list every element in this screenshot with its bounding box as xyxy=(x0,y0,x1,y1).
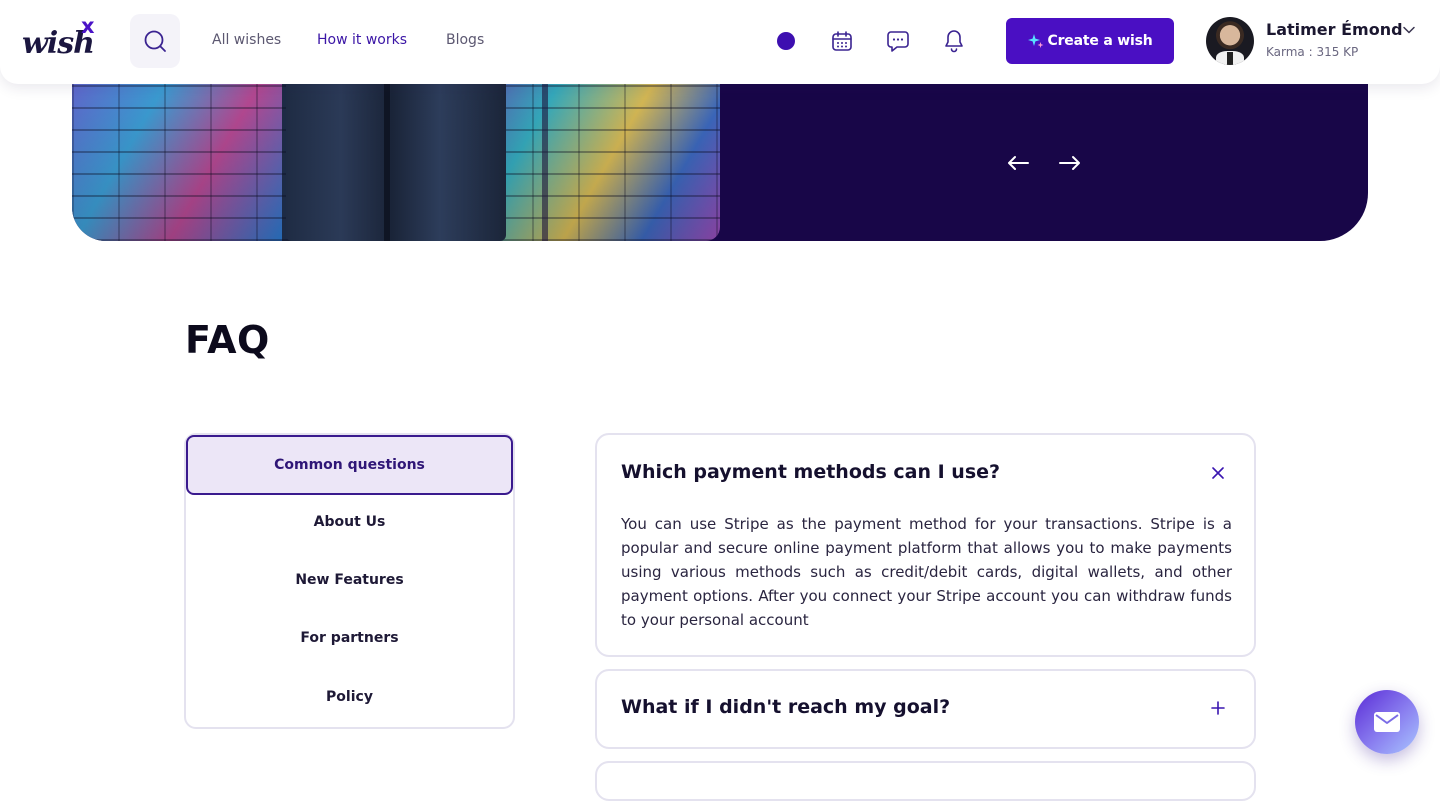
category-common-questions[interactable]: Common questions xyxy=(186,435,513,495)
status-dot[interactable] xyxy=(777,32,795,50)
faq-categories: Common questions About Us New Features F… xyxy=(184,433,515,729)
hero-next-button[interactable] xyxy=(1056,150,1084,176)
contact-button[interactable] xyxy=(1355,690,1419,754)
category-about-us[interactable]: About Us xyxy=(186,493,513,551)
faq-question[interactable]: What if I didn't reach my goal? xyxy=(621,696,950,718)
messages-button[interactable] xyxy=(884,27,912,55)
faq-item: What if I didn't reach my goal? xyxy=(595,669,1256,749)
nav-how-it-works[interactable]: How it works xyxy=(317,32,407,48)
search-button[interactable] xyxy=(130,14,180,68)
arrow-right-icon xyxy=(1059,156,1080,170)
calendar-button[interactable] xyxy=(828,27,856,55)
faq-item-partial xyxy=(595,761,1256,801)
create-wish-label: Create a wish xyxy=(1047,33,1153,49)
arrow-left-icon xyxy=(1008,156,1029,170)
faq-collapse-button[interactable] xyxy=(1208,463,1228,483)
nav-all-wishes[interactable]: All wishes xyxy=(212,32,281,48)
category-for-partners[interactable]: For partners xyxy=(186,609,513,667)
category-policy[interactable]: Policy xyxy=(186,668,513,726)
top-header: wish x All wishes How it works Blogs Cre… xyxy=(0,0,1440,84)
logo-mark: x xyxy=(81,14,95,38)
chevron-down-icon[interactable] xyxy=(1402,23,1416,37)
create-wish-button[interactable]: Create a wish xyxy=(1006,18,1174,64)
calendar-icon xyxy=(832,31,852,51)
faq-question[interactable]: Which payment methods can I use? xyxy=(621,461,1000,483)
mail-icon xyxy=(1374,712,1400,732)
faq-title: FAQ xyxy=(185,318,270,362)
wishx-logo[interactable]: wish x xyxy=(22,14,102,64)
faq-answer: You can use Stripe as the payment method… xyxy=(621,515,1232,629)
chat-bubble-icon xyxy=(887,31,909,52)
faq-expand-button[interactable] xyxy=(1208,698,1228,718)
category-new-features[interactable]: New Features xyxy=(186,551,513,609)
user-name[interactable]: Latimer Émond xyxy=(1266,20,1403,39)
hero-prev-button[interactable] xyxy=(1004,150,1032,176)
avatar[interactable] xyxy=(1206,17,1254,65)
plus-icon xyxy=(1211,701,1225,715)
faq-item: Which payment methods can I use? You can… xyxy=(595,433,1256,657)
close-icon xyxy=(1212,467,1224,479)
search-icon xyxy=(144,30,166,52)
notifications-button[interactable] xyxy=(940,27,968,55)
user-karma: Karma : 315 KP xyxy=(1266,45,1359,59)
bell-icon xyxy=(945,30,963,53)
sparkle-icon xyxy=(1027,34,1044,48)
nav-blogs[interactable]: Blogs xyxy=(446,32,484,48)
